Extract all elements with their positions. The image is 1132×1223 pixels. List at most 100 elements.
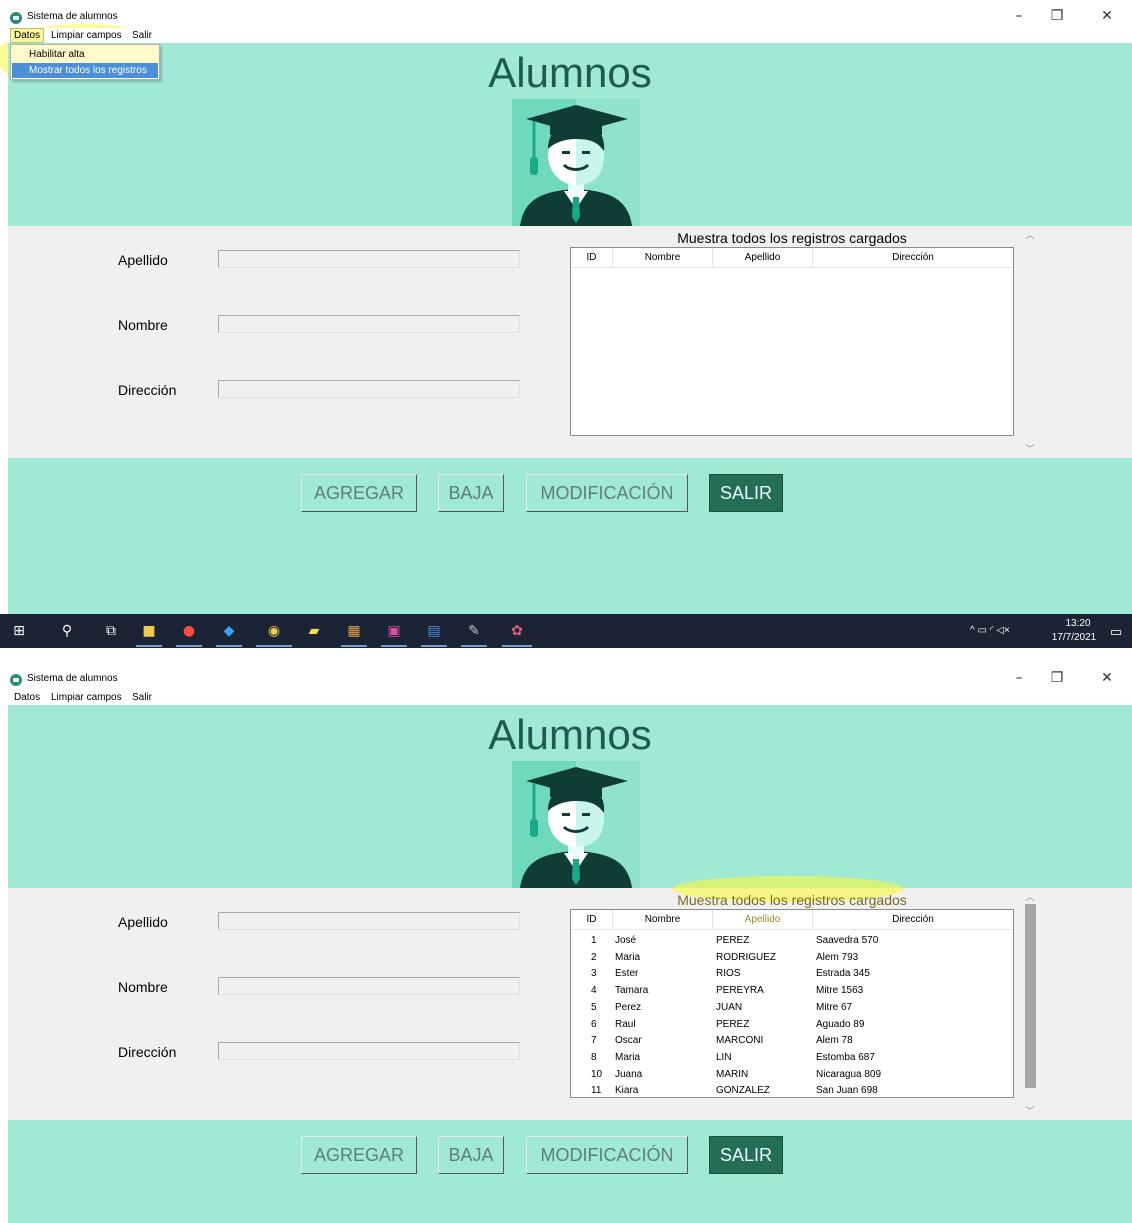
- cell-direccion: Mitre 67: [816, 1001, 853, 1013]
- cell-apellido: PEREZ: [716, 935, 750, 946]
- windows-taskbar: ⊞ ⚲ ⧉ ■ ● ◆ ◉ ▰ ▦ ▣ ▤ ✎ ✿ ^ ▭ ◜ ◁× 13:20…: [0, 614, 1132, 648]
- cell-direccion: Mitre 1563: [816, 985, 864, 997]
- menu-mostrar-registros[interactable]: Mostrar todos los registros: [12, 63, 158, 78]
- direccion-label: Dirección: [118, 382, 177, 398]
- baja-button[interactable]: BAJA: [438, 1136, 504, 1174]
- system-tray-icons[interactable]: ^ ▭ ◜ ◁×: [970, 625, 1010, 636]
- modificacion-button[interactable]: MODIFICACIÓN: [526, 474, 688, 512]
- records-table[interactable]: ID Nombre Apellido Dirección 1 José PEREZ S…: [570, 909, 1014, 1098]
- apellido-input[interactable]: [218, 250, 520, 268]
- minimize-button[interactable]: –: [1004, 6, 1034, 26]
- records-table[interactable]: ID Nombre Apellido Dirección: [570, 247, 1014, 436]
- direccion-label: Dirección: [118, 1044, 177, 1060]
- scroll-up-icon[interactable]: ︿: [1022, 890, 1038, 903]
- scroll-down-icon[interactable]: ﹀: [1022, 442, 1038, 455]
- scroll-thumb[interactable]: [1025, 904, 1036, 1088]
- task-view-icon[interactable]: ⧉: [102, 622, 120, 640]
- table-header: ID Nombre Apellido Dirección: [571, 910, 1013, 930]
- cell-id: 7: [591, 1035, 597, 1047]
- clock-date[interactable]: 17/7/2021: [1048, 632, 1100, 643]
- tool-icon[interactable]: ✿: [508, 622, 526, 640]
- paint-icon[interactable]: ✎: [465, 622, 483, 640]
- python-icon[interactable]: ◉: [265, 622, 283, 640]
- table-row[interactable]: 7 Oscar MARCONI Alem 78: [571, 1032, 1013, 1049]
- cell-apellido: JUAN: [716, 1001, 743, 1013]
- column-header-id[interactable]: ID: [571, 910, 613, 930]
- cell-direccion: San Juan 698: [816, 1085, 878, 1097]
- salir-button[interactable]: SALIR: [709, 474, 783, 512]
- table-row[interactable]: 1 José PEREZ Saavedra 570: [571, 932, 1013, 949]
- salir-button[interactable]: SALIR: [709, 1136, 783, 1174]
- nombre-input[interactable]: [218, 977, 520, 995]
- cell-id: 8: [591, 1051, 597, 1063]
- column-header-id[interactable]: ID: [571, 248, 613, 268]
- notification-icon[interactable]: ▭: [1110, 624, 1122, 640]
- table-caption: Muestra todos los registros cargados: [677, 892, 907, 908]
- file-explorer-icon[interactable]: ■: [140, 622, 158, 640]
- cell-id: 2: [591, 951, 597, 963]
- agregar-button[interactable]: AGREGAR: [301, 474, 417, 512]
- header-panel: Alumnos: [8, 43, 1132, 226]
- cell-apellido: MARIN: [716, 1068, 749, 1080]
- menu-datos[interactable]: Datos: [9, 28, 45, 43]
- menu-datos[interactable]: Datos: [11, 691, 43, 704]
- cell-direccion: Nicaragua 809: [816, 1068, 882, 1080]
- menu-limpiar-campos[interactable]: Limpiar campos: [48, 691, 125, 704]
- cell-direccion: Saavedra 570: [816, 935, 879, 946]
- sticky-notes-icon[interactable]: ▰: [305, 622, 323, 640]
- maximize-button[interactable]: ❐: [1042, 6, 1072, 26]
- nombre-input[interactable]: [218, 315, 520, 333]
- table-row[interactable]: 5 Perez JUAN Mitre 67: [571, 999, 1013, 1016]
- active-indicator: [461, 645, 487, 647]
- column-header-apellido[interactable]: Apellido: [713, 248, 813, 268]
- table-row[interactable]: 11 Kiara GONZALEZ San Juan 698: [571, 1082, 1013, 1099]
- vscode-icon[interactable]: ◆: [220, 622, 238, 640]
- baja-button[interactable]: BAJA: [438, 474, 504, 512]
- column-header-direccion[interactable]: Dirección: [813, 248, 1013, 268]
- table-row[interactable]: 3 Ester RIOS Estrada 345: [571, 965, 1013, 982]
- clock-time[interactable]: 13:20: [1058, 618, 1098, 629]
- menu-salir[interactable]: Salir: [129, 691, 155, 704]
- apellido-input[interactable]: [218, 912, 520, 930]
- chrome-icon[interactable]: ●: [180, 622, 198, 640]
- menu-habilitar-alta[interactable]: Habilitar alta: [12, 47, 158, 62]
- table-row[interactable]: 8 Maria LIN Estomba 687: [571, 1049, 1013, 1066]
- table-scrollbar[interactable]: ︿ ﹀: [1022, 890, 1038, 1118]
- modificacion-button[interactable]: MODIFICACIÓN: [526, 1136, 688, 1174]
- column-header-nombre[interactable]: Nombre: [613, 248, 713, 268]
- graduate-avatar-icon: [512, 99, 640, 226]
- word-icon[interactable]: ▤: [425, 622, 443, 640]
- winrar-icon[interactable]: ▦: [345, 622, 363, 640]
- table-scrollbar[interactable]: ︿ ﹀: [1022, 228, 1038, 456]
- active-indicator: [341, 645, 367, 647]
- column-header-apellido[interactable]: Apellido: [713, 910, 813, 930]
- active-indicator: [216, 645, 242, 647]
- table-row[interactable]: 2 Maria RODRIGUEZ Alem 793: [571, 949, 1013, 966]
- table-row[interactable]: 6 Raul PEREZ Aguado 89: [571, 1016, 1013, 1033]
- apellido-label: Apellido: [118, 914, 168, 930]
- cell-direccion: Alem 78: [816, 1035, 853, 1047]
- close-button[interactable]: ✕: [1092, 668, 1122, 688]
- minimize-button[interactable]: –: [1004, 668, 1034, 688]
- scroll-down-icon[interactable]: ﹀: [1022, 1104, 1038, 1117]
- menu-limpiar-campos[interactable]: Limpiar campos: [48, 29, 125, 42]
- search-icon[interactable]: ⚲: [58, 622, 76, 640]
- menu-salir[interactable]: Salir: [129, 29, 155, 42]
- form-area: Apellido Nombre Dirección Muestra todos …: [8, 876, 1132, 1120]
- cell-direccion: Aguado 89: [816, 1018, 865, 1030]
- maximize-button[interactable]: ❐: [1042, 668, 1072, 688]
- menu-bar: Datos Limpiar campos Salir: [0, 690, 1132, 705]
- scroll-up-icon[interactable]: ︿: [1022, 228, 1038, 241]
- title-bar: Sistema de alumnos – ❐ ✕: [0, 0, 1132, 28]
- cell-apellido: RODRIGUEZ: [716, 951, 776, 963]
- direccion-input[interactable]: [218, 1042, 520, 1060]
- table-row[interactable]: 4 Tamara PEREYRA Mitre 1563: [571, 982, 1013, 999]
- windows-start-icon[interactable]: ⊞: [10, 622, 28, 640]
- column-header-nombre[interactable]: Nombre: [613, 910, 713, 930]
- table-row[interactable]: 10 Juana MARIN Nicaragua 809: [571, 1066, 1013, 1083]
- xampp-icon[interactable]: ▣: [385, 622, 403, 640]
- agregar-button[interactable]: AGREGAR: [301, 1136, 417, 1174]
- close-button[interactable]: ✕: [1092, 6, 1122, 26]
- column-header-direccion[interactable]: Dirección: [813, 910, 1013, 930]
- direccion-input[interactable]: [218, 380, 520, 398]
